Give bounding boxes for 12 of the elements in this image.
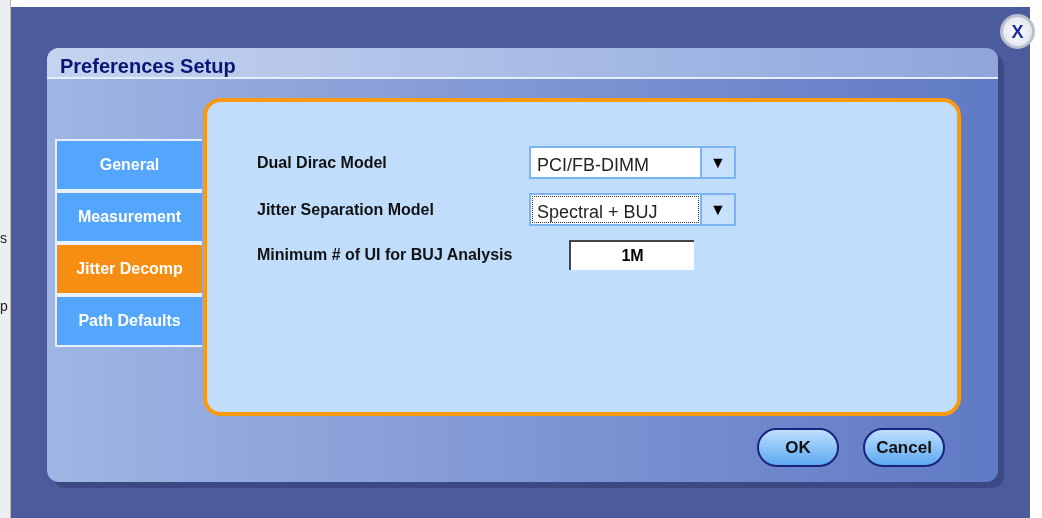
dropdown[interactable]: Spectral + BUJ ▼ (529, 193, 736, 226)
dialog-title: Preferences Setup (47, 48, 998, 79)
field-label: Jitter Separation Model (257, 199, 435, 220)
dialog-button[interactable]: Cancel (863, 428, 945, 467)
dialog-button[interactable]: OK (757, 428, 839, 467)
dropdown[interactable]: PCI/FB-DIMM ▼ (529, 146, 736, 179)
field-label: Minimum # of UI for BUJ Analysis (257, 245, 514, 265)
close-button[interactable]: X (1000, 14, 1035, 49)
input-field[interactable]: 1M (569, 240, 694, 270)
text-fragment: s (0, 229, 7, 248)
field-label: Dual Dirac Model (257, 152, 388, 173)
text-fragment: p (0, 297, 8, 316)
